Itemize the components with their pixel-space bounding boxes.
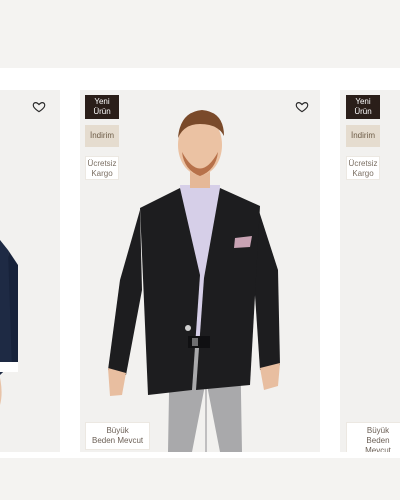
top-band [0, 0, 400, 68]
bottom-tag-plus-size: Büyük Beden Mevcut [346, 422, 400, 452]
badge-sale: İndirim [85, 125, 119, 147]
product-card-center[interactable]: Yeni Ürün İndirim Ücretsiz Kargo Büyük B… [80, 90, 320, 452]
bottom-tag-plus-size: Büyük Beden Mevcut [85, 422, 151, 450]
product-image-left [0, 240, 18, 405]
badge-new-product: Yeni Ürün [346, 95, 380, 119]
badge-free-shipping: Ücretsiz Kargo [346, 156, 380, 180]
favorite-heart-icon[interactable] [32, 100, 46, 114]
badge-new-product: Yeni Ürün [85, 95, 119, 119]
product-card-right[interactable]: Yeni Ürün İndirim Ücretsiz Kargo Büyük B… [340, 90, 400, 452]
bottom-band [0, 458, 400, 500]
favorite-heart-icon[interactable] [295, 100, 309, 114]
badge-sale: İndirim [346, 125, 380, 147]
product-card-left[interactable] [0, 90, 60, 452]
badge-free-shipping: Ücretsiz Kargo [85, 156, 119, 180]
